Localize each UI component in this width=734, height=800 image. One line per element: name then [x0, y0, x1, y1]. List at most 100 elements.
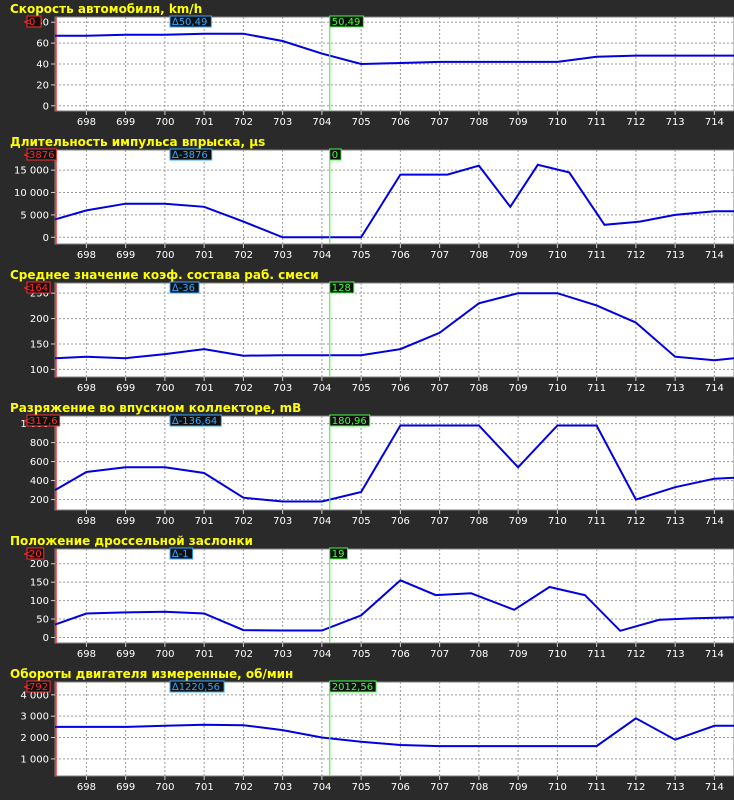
x-tick-label: 711	[587, 383, 606, 394]
chart-panel-4: Разряжение во впускном коллекторе, mB 698…	[0, 399, 734, 531]
x-tick-label: 707	[430, 117, 449, 128]
x-tick-label: 700	[155, 649, 174, 660]
x-tick-label: 699	[116, 516, 135, 527]
x-tick-label: 698	[77, 117, 96, 128]
x-tick-label: 702	[234, 649, 253, 660]
x-tick-label: 703	[273, 383, 292, 394]
x-tick-label: 705	[352, 516, 371, 527]
x-tick-label: 714	[705, 782, 724, 793]
x-tick-label: 712	[626, 117, 645, 128]
x-tick-label: 708	[469, 383, 488, 394]
chart-title: Разряжение во впускном коллекторе, mB	[10, 401, 301, 415]
x-tick-label: 705	[352, 782, 371, 793]
x-tick-label: 710	[548, 516, 567, 527]
x-tick-label: 699	[116, 649, 135, 660]
x-tick-label: 698	[77, 782, 96, 793]
chart-panel-6: Обороты двигателя измеренные, об/мин 698 6…	[0, 665, 734, 797]
x-tick-label: 699	[116, 383, 135, 394]
y-tick-label: 150	[30, 339, 49, 350]
plot-area[interactable]	[54, 415, 734, 511]
y-tick-label: 15 000	[14, 166, 49, 177]
x-tick-label: 709	[509, 649, 528, 660]
x-tick-label: 701	[195, 516, 214, 527]
y-tick-label: 5 000	[20, 210, 49, 221]
left-cursor-value: 0	[29, 17, 35, 28]
x-tick-label: 703	[273, 117, 292, 128]
y-tick-label: 3 000	[20, 712, 49, 723]
x-tick-label: 708	[469, 782, 488, 793]
delta-value: ∆-1	[171, 549, 189, 560]
plot-area[interactable]	[54, 282, 734, 378]
x-tick-label: 709	[509, 117, 528, 128]
left-cursor-value: 3876	[29, 150, 54, 161]
cursor-value: 50,49	[332, 17, 361, 28]
x-tick-label: 707	[430, 383, 449, 394]
x-tick-label: 699	[116, 250, 135, 261]
x-tick-label: 701	[195, 649, 214, 660]
x-tick-label: 706	[391, 516, 410, 527]
cursor-value: 2012,56	[332, 682, 373, 693]
x-tick-label: 704	[312, 383, 331, 394]
x-tick-label: 709	[509, 383, 528, 394]
y-tick-label: 0	[43, 101, 49, 112]
plot-area[interactable]	[54, 548, 734, 644]
telemetry-chart-stack: Скорость автомобиля, km/h 698 699 700 701 702…	[0, 0, 734, 797]
x-tick-label: 713	[666, 383, 685, 394]
x-tick-label: 700	[155, 250, 174, 261]
y-tick-label: 20	[36, 80, 49, 91]
chart-panel-3: Среднее значение коэф. состава раб. смес…	[0, 266, 734, 398]
x-tick-label: 707	[430, 649, 449, 660]
x-tick-label: 703	[273, 516, 292, 527]
plot-area[interactable]	[54, 149, 734, 245]
x-tick-label: 698	[77, 649, 96, 660]
x-tick-label: 714	[705, 250, 724, 261]
y-tick-label: 400	[30, 476, 49, 487]
x-tick-label: 705	[352, 250, 371, 261]
cursor-value: 180,96	[332, 416, 367, 427]
x-tick-label: 702	[234, 782, 253, 793]
x-tick-label: 704	[312, 117, 331, 128]
x-tick-label: 710	[548, 782, 567, 793]
cursor-value: 19	[332, 549, 345, 560]
x-tick-label: 698	[77, 516, 96, 527]
left-cursor-value: 20	[29, 549, 42, 560]
x-tick-label: 712	[626, 383, 645, 394]
chart-panel-1: Скорость автомобиля, km/h 698 699 700 701 702…	[0, 0, 734, 132]
x-tick-label: 702	[234, 383, 253, 394]
y-tick-label: 50	[36, 615, 49, 626]
x-tick-label: 712	[626, 649, 645, 660]
left-cursor-value: 164	[29, 283, 48, 294]
x-tick-label: 713	[666, 117, 685, 128]
x-tick-label: 701	[195, 383, 214, 394]
x-tick-label: 710	[548, 117, 567, 128]
y-tick-label: 200	[30, 559, 49, 570]
y-tick-label: 150	[30, 578, 49, 589]
x-tick-label: 708	[469, 117, 488, 128]
x-tick-label: 699	[116, 117, 135, 128]
x-tick-label: 707	[430, 782, 449, 793]
x-tick-label: 710	[548, 649, 567, 660]
x-tick-label: 713	[666, 250, 685, 261]
cursor-value: 0	[332, 150, 338, 161]
chart-title: Среднее значение коэф. состава раб. смес…	[10, 268, 319, 282]
x-tick-label: 713	[666, 649, 685, 660]
x-tick-label: 714	[705, 117, 724, 128]
delta-value: ∆1220,56	[171, 682, 220, 693]
x-tick-label: 704	[312, 516, 331, 527]
delta-value: ∆-136,64	[171, 416, 217, 427]
x-tick-label: 699	[116, 782, 135, 793]
y-tick-label: 0	[43, 233, 49, 244]
delta-value: ∆-3876	[171, 150, 208, 161]
y-tick-label: 1 000	[20, 754, 49, 765]
x-tick-label: 705	[352, 117, 371, 128]
y-tick-label: 10 000	[14, 188, 49, 199]
x-tick-label: 707	[430, 516, 449, 527]
x-tick-label: 700	[155, 782, 174, 793]
x-tick-label: 714	[705, 516, 724, 527]
chart-panel-2: Длительность импульса впрыска, µs 698 699 7…	[0, 133, 734, 265]
x-tick-label: 702	[234, 250, 253, 261]
x-tick-label: 712	[626, 782, 645, 793]
plot-area[interactable]	[54, 681, 734, 777]
x-tick-label: 698	[77, 250, 96, 261]
x-tick-label: 711	[587, 516, 606, 527]
